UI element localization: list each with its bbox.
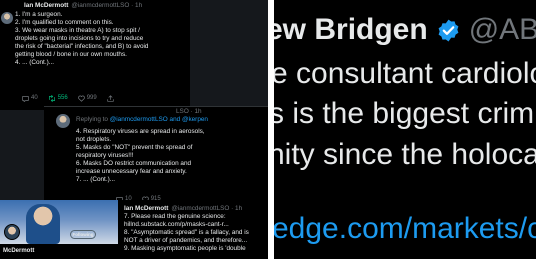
- screenshot-collage: Ian McDermott @ianmcdermottLSO · 1h 1. I…: [0, 0, 536, 259]
- author-name[interactable]: Ian McDermott: [24, 2, 68, 10]
- author-avatar[interactable]: [1, 12, 13, 24]
- reply-icon: [22, 95, 29, 102]
- profile-banner-person: [26, 204, 60, 244]
- replying-to: Replying to @ianmcdermottLSO and @kerpen: [76, 116, 266, 124]
- zoomed-tweet-line: e consultant cardiolo: [274, 57, 536, 90]
- zoomed-tweet-line: s is the biggest crim: [274, 97, 535, 130]
- profile-name: McDermott: [3, 248, 35, 254]
- following-button[interactable]: Following: [70, 230, 96, 239]
- tweet-line: 5. Masks do "NOT" prevent the spread of: [76, 144, 193, 151]
- tweet-body: LSO · 1h Replying to @ianmcdermottLSO an…: [76, 108, 266, 184]
- tweet-reply-third[interactable]: Ian McDermott @ianmcdermottLSO · 1h 7. P…: [118, 200, 268, 259]
- tweet-line: the risk of "bacterial" infections, and …: [15, 43, 149, 50]
- author-handle[interactable]: @ianmcdermottLSO · 1h: [71, 2, 142, 10]
- share-button[interactable]: [107, 94, 114, 102]
- tweet-line: respiratory viruses!!!: [76, 152, 134, 159]
- like-button[interactable]: 999: [77, 94, 97, 102]
- retweet-count: 556: [57, 95, 68, 101]
- tweet-line: 9. Masking asymptomatic people is 'doubl…: [124, 245, 246, 252]
- zoomed-tweet-header: ew Bridgen @ABri: [274, 13, 536, 47]
- author-avatar[interactable]: [56, 114, 70, 128]
- tweet-collage-panel: Ian McDermott @ianmcdermottLSO · 1h 1. I…: [0, 0, 268, 259]
- reply-count: 40: [31, 95, 38, 101]
- profile-avatar[interactable]: [4, 224, 20, 240]
- tweet-thread-first[interactable]: Ian McDermott @ianmcdermottLSO · 1h 1. I…: [0, 0, 190, 110]
- replying-to-label: Replying to: [76, 116, 110, 123]
- retweet-button[interactable]: 556: [48, 94, 68, 102]
- replying-to-links[interactable]: @ianmcdermottLSO and @kerpen: [110, 116, 208, 123]
- like-count: 999: [86, 95, 97, 101]
- tweet-line: 6. Masks DO restrict communication and: [76, 160, 192, 167]
- tweet-header: LSO · 1h: [176, 108, 202, 116]
- tweet-line: droplets going into incisions to try and…: [15, 35, 144, 42]
- author-handle[interactable]: @ianmcdermottLSO · 1h: [171, 205, 242, 213]
- tweet-header: Ian McDermott @ianmcdermottLSO · 1h: [24, 2, 142, 10]
- profile-banner-photo: [0, 200, 120, 244]
- author-name[interactable]: Ian McDermott: [124, 205, 168, 213]
- tweet-line: not droplets.: [76, 136, 112, 143]
- tweet-line: 4. Respiratory viruses are spread in aer…: [76, 128, 205, 135]
- zoomed-tweet-link[interactable]: edge.com/markets/c: [274, 212, 536, 246]
- verified-badge-icon: [438, 19, 459, 41]
- tweet-line: increase unnecessary fear and anxiety.: [76, 168, 187, 175]
- retweet-icon: [48, 94, 55, 102]
- zoomed-author-handle[interactable]: @ABri: [469, 13, 536, 47]
- zoomed-author-name[interactable]: ew Bridgen: [274, 13, 428, 47]
- tweet-line: 1. I'm a surgeon.: [15, 11, 63, 18]
- heart-icon: [77, 95, 85, 102]
- profile-header-card[interactable]: Following McDermott: [0, 200, 120, 259]
- reply-button[interactable]: 40: [22, 94, 38, 102]
- zoomed-tweet-line: nity since the holoca: [274, 138, 536, 171]
- author-handle[interactable]: LSO · 1h: [176, 108, 202, 116]
- zoomed-tweet-panel: ew Bridgen @ABri e consultant cardiolo s…: [274, 0, 536, 259]
- tweet-line: 2. I'm qualified to comment on this.: [15, 19, 114, 26]
- tweet-line: 3. We wear masks in theatre A) to stop s…: [15, 27, 140, 34]
- tweet-link-line[interactable]: hillnd.substack.com/p/masks-cant-r...: [124, 221, 268, 229]
- tweet-body: Ian McDermott @ianmcdermottLSO · 1h 1. I…: [15, 2, 185, 67]
- tweet-body: Ian McDermott @ianmcdermottLSO · 1h 7. P…: [124, 205, 268, 253]
- tweet-actions: 40 556 999: [22, 94, 114, 102]
- tweet-line: 7. Please read the genuine science:: [124, 213, 226, 220]
- tweet-line: 4. ... (Cont.)...: [15, 59, 55, 66]
- tweet-line: 7. ... (Cont.)...: [76, 176, 116, 183]
- tweet-line: 8. "Asymptomatic spread" is a fallacy, a…: [124, 229, 249, 236]
- tweet-line: getting blood / bone in our own mouths.: [15, 51, 127, 58]
- tweet-header: Ian McDermott @ianmcdermottLSO · 1h: [124, 205, 268, 213]
- tweet-reply-second[interactable]: LSO · 1h Replying to @ianmcdermottLSO an…: [44, 106, 268, 204]
- tweet-line: NOT a driver of pandemics, and therefore…: [124, 237, 248, 244]
- share-icon: [107, 94, 114, 102]
